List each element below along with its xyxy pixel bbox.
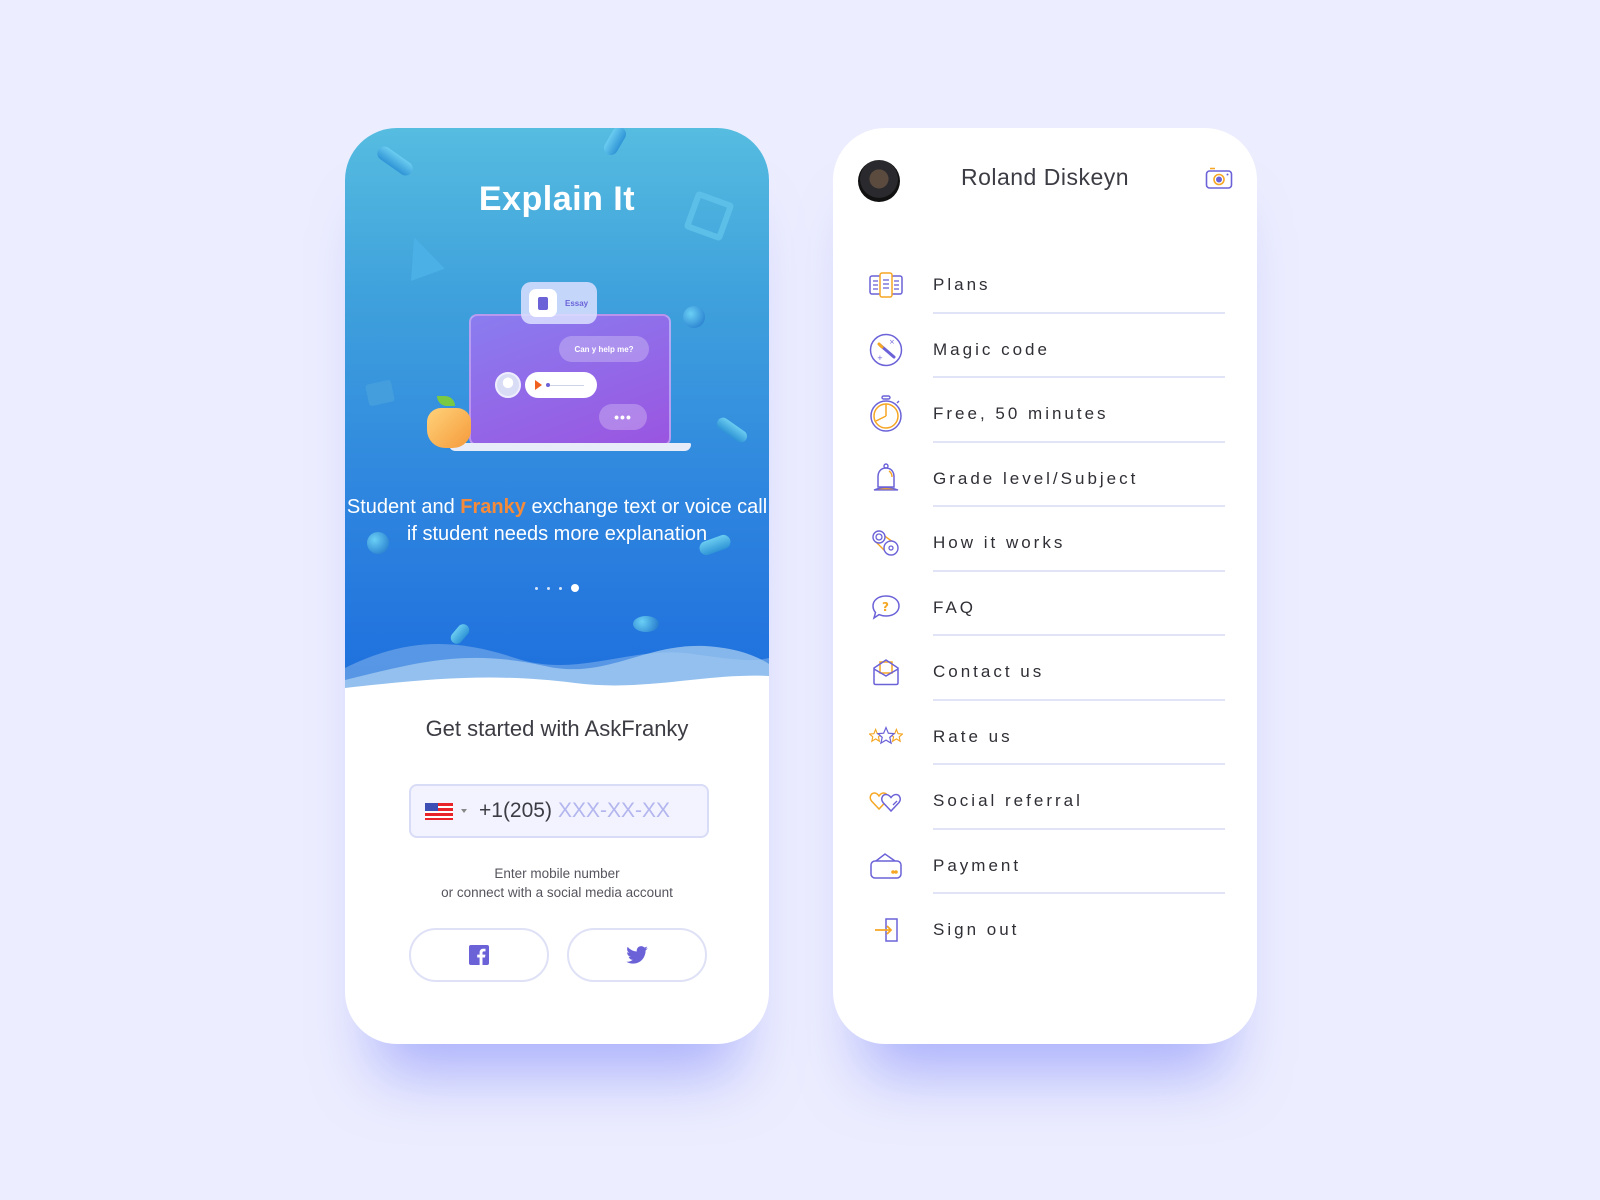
us-flag-icon[interactable] <box>425 802 453 820</box>
hint-line: Enter mobile number <box>494 866 620 881</box>
play-icon <box>535 380 542 390</box>
facebook-login-button[interactable] <box>409 928 549 982</box>
apple-icon <box>427 408 471 448</box>
user-name: Roland Diskeyn <box>960 164 1130 190</box>
menu-item-payment[interactable]: Payment <box>869 834 1225 899</box>
page-dot[interactable] <box>547 586 550 590</box>
apple-leaf <box>437 396 455 406</box>
svg-text:+: + <box>877 354 883 362</box>
menu-item-label: FAQ <box>933 597 977 617</box>
signup-title: Get started with AskFranky <box>425 716 689 741</box>
onboarding-screen: Explain It Essay Can y help me? ••• Stud… <box>345 128 769 1044</box>
student-avatar <box>495 372 521 398</box>
phone-number-input-group[interactable]: +1(205) <box>409 784 709 838</box>
camera-icon[interactable] <box>1205 166 1233 190</box>
menu-item-label: Plans <box>933 275 991 295</box>
page-dot[interactable] <box>559 586 562 590</box>
menu-item-grade-level[interactable]: Grade level/Subject <box>869 447 1225 512</box>
menu-item-label: Rate us <box>933 726 1013 746</box>
menu-item-rate-us[interactable]: Rate us <box>869 705 1225 770</box>
menu-item-label: Grade level/Subject <box>933 468 1139 488</box>
page-indicator[interactable] <box>345 584 769 592</box>
menu-screen: Roland Diskeyn Plans × + Magic code Free… <box>833 128 1257 1044</box>
decorative-cylinder <box>601 128 629 158</box>
decorative-cylinder <box>714 415 750 445</box>
twitter-login-button[interactable] <box>567 928 707 982</box>
document-icon <box>529 289 557 317</box>
envelope-icon <box>873 659 899 686</box>
menu-item-label: Sign out <box>933 920 1020 940</box>
menu-item-label: How it works <box>933 533 1066 553</box>
voice-message-bubble <box>525 372 597 398</box>
menu-item-sign-out[interactable]: Sign out <box>869 898 1225 963</box>
description-text: Student and <box>346 496 461 518</box>
main-menu: Plans × + Magic code Free, 50 minutes Gr… <box>869 253 1225 963</box>
menu-item-social-referral[interactable]: Social referral <box>869 769 1225 834</box>
voice-progress <box>546 383 584 387</box>
menu-item-faq[interactable]: ? FAQ <box>869 576 1225 641</box>
phone-number-field[interactable] <box>557 799 688 823</box>
menu-item-label: Free, 50 minutes <box>933 404 1109 424</box>
question-bubble: Can y help me? <box>559 336 649 362</box>
phone-prefix: +1(205) <box>479 799 552 822</box>
page-dot[interactable] <box>535 586 538 590</box>
gears-icon <box>872 530 899 556</box>
svg-text:?: ? <box>882 600 889 614</box>
essay-label: Essay <box>565 298 589 308</box>
decorative-cylinder <box>374 143 416 179</box>
typing-bubble: ••• <box>599 404 647 430</box>
magic-wand-icon: × + <box>869 333 903 366</box>
stars-icon <box>869 725 903 745</box>
menu-item-label: Contact us <box>933 662 1045 682</box>
hero-banner: Explain It Essay Can y help me? ••• Stud… <box>345 128 769 698</box>
country-dropdown-caret-icon[interactable] <box>461 809 467 813</box>
decorative-cube <box>364 379 396 407</box>
svg-text:×: × <box>889 338 895 346</box>
facebook-icon <box>469 945 489 965</box>
twitter-icon <box>626 946 648 964</box>
onboarding-title: Explain It <box>478 180 636 218</box>
menu-item-label: Social referral <box>933 791 1083 811</box>
decorative-sphere <box>683 306 705 328</box>
menu-item-contact-us[interactable]: Contact us <box>869 640 1225 705</box>
franky-highlight: Franky <box>460 496 526 518</box>
menu-item-magic-code[interactable]: × + Magic code <box>869 318 1225 383</box>
menu-item-plans[interactable]: Plans <box>869 253 1225 318</box>
signup-hint: Enter mobile number or connect with a so… <box>345 864 769 902</box>
question-bubble-icon: ? <box>872 594 900 620</box>
menu-item-free-minutes[interactable]: Free, 50 minutes <box>869 382 1225 447</box>
wallet-icon <box>870 852 902 879</box>
menu-item-label: Magic code <box>933 339 1050 359</box>
menu-item-label: Payment <box>933 855 1022 875</box>
stopwatch-icon <box>870 395 902 432</box>
plans-icon <box>869 272 903 298</box>
page-dot-active[interactable] <box>571 584 579 592</box>
decorative-cone <box>397 231 445 281</box>
waves-decoration <box>345 644 769 698</box>
bell-icon <box>873 463 899 491</box>
hearts-icon <box>869 792 901 813</box>
hint-line: or connect with a social media account <box>441 885 673 900</box>
sign-out-icon <box>875 918 898 942</box>
menu-item-how-it-works[interactable]: How it works <box>869 511 1225 576</box>
essay-chip: Essay <box>521 282 597 324</box>
laptop-base <box>449 443 691 451</box>
onboarding-description: Student and Franky exchange text or voic… <box>345 494 769 548</box>
